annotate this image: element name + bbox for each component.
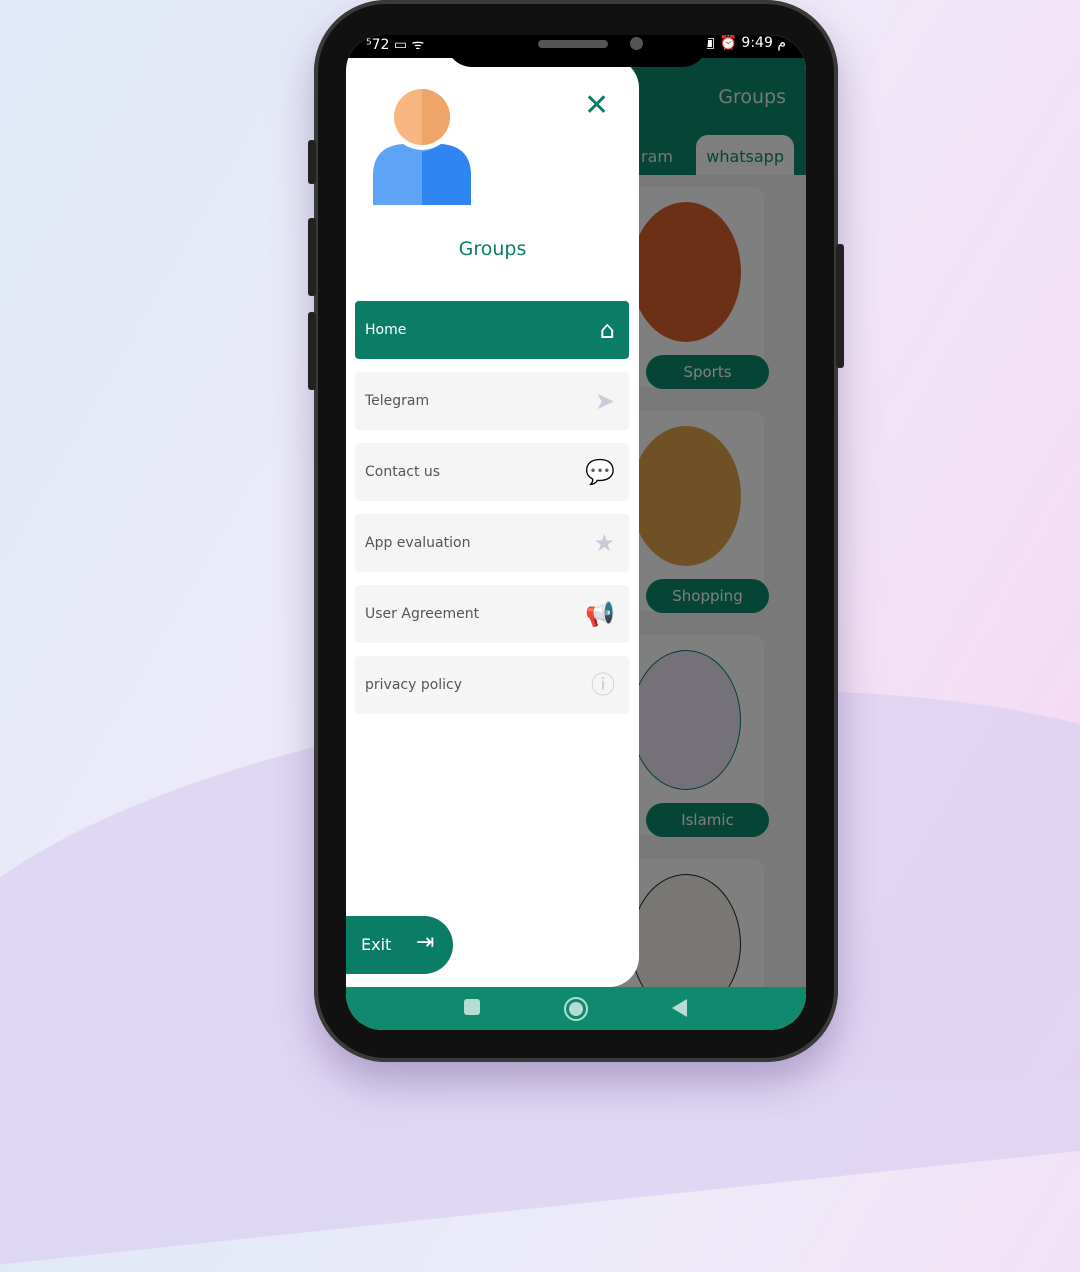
side-button [308, 312, 316, 390]
logout-icon: ⇥ [416, 930, 435, 955]
menu-item-telegram[interactable]: Telegram ➤ [355, 372, 629, 430]
menu-item-privacy-policy[interactable]: privacy policy ⓘ [355, 656, 629, 714]
status-left: ⁵72 ▭ ᯤ [366, 37, 425, 53]
speaker [538, 40, 608, 48]
phone-frame: Groups ram whatsapp Sports Shopping Isla… [308, 0, 844, 1062]
menu-item-label: Telegram [365, 393, 430, 409]
exit-label: Exit [361, 935, 392, 954]
star-icon: ★ [593, 529, 615, 557]
avatar [373, 89, 471, 205]
drawer-title: Groups [458, 238, 527, 260]
menu-item-label: App evaluation [365, 535, 471, 551]
camera [630, 37, 643, 50]
menu-item-label: privacy policy [365, 677, 463, 693]
recents-button[interactable] [464, 999, 480, 1015]
menu-item-label: User Agreement [365, 606, 480, 622]
close-icon[interactable]: ✕ [584, 91, 609, 121]
menu-item-user-agreement[interactable]: User Agreement 📢 [355, 585, 629, 643]
menu-item-home[interactable]: Home ⌂ [355, 301, 629, 359]
info-icon: ⓘ [591, 671, 615, 699]
paper-plane-icon: ➤ [594, 387, 615, 415]
navigation-drawer: ✕ Groups Home ⌂ Telegram ➤ Contact us 💬 App… [346, 58, 639, 987]
notch [446, 35, 708, 67]
menu-item-app-evaluation[interactable]: App evaluation ★ [355, 514, 629, 572]
home-icon: ⌂ [599, 316, 615, 344]
status-right: ▣ ⏰ م 9:49 [701, 35, 786, 51]
side-button [308, 140, 316, 184]
home-nav-button[interactable] [564, 997, 588, 1021]
chat-bubbles-icon: 💬 [585, 458, 615, 486]
menu-item-label: Home [365, 322, 407, 338]
menu-item-contact-us[interactable]: Contact us 💬 [355, 443, 629, 501]
screen: Groups ram whatsapp Sports Shopping Isla… [346, 35, 806, 1030]
exit-button[interactable]: Exit ⇥ [346, 916, 453, 974]
power-button [836, 244, 844, 368]
side-button [308, 218, 316, 296]
back-button[interactable] [672, 999, 687, 1017]
megaphone-icon: 📢 [585, 600, 615, 628]
menu-item-label: Contact us [365, 464, 441, 480]
system-nav-bar [346, 987, 806, 1030]
